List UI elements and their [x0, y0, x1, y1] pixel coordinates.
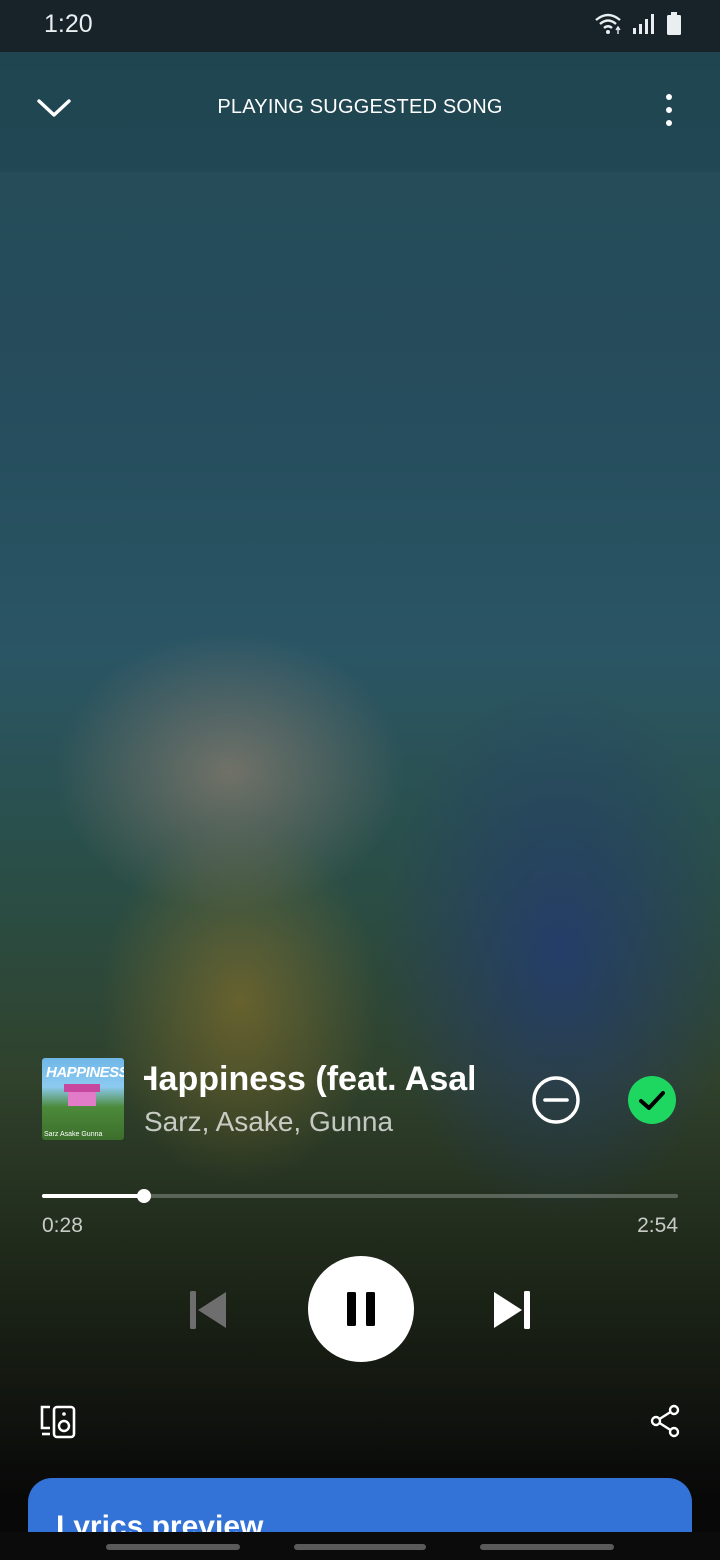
share-icon [650, 1404, 680, 1438]
playback-controls [0, 1256, 720, 1362]
track-info-row: HAPPINESS Sarz Asake Gunna Happiness (fe… [42, 1058, 682, 1142]
progress-fill [42, 1194, 145, 1198]
status-icons [594, 12, 682, 36]
status-bar: 1:20 [0, 0, 720, 52]
track-title-text: Happiness (feat. Asake) [144, 1060, 474, 1098]
progress-knob[interactable] [137, 1189, 152, 1203]
total-duration: 2:54 [637, 1214, 678, 1237]
devices-icon [40, 1405, 76, 1439]
more-options-button[interactable] [654, 88, 684, 132]
nav-home-handle[interactable] [294, 1544, 426, 1550]
battery-icon [667, 12, 681, 35]
system-nav-bar [0, 1532, 720, 1560]
header-title: PLAYING SUGGESTED SONG [217, 96, 503, 118]
progress-bar[interactable] [42, 1188, 678, 1204]
connect-devices-button[interactable] [38, 1404, 78, 1440]
skip-previous-icon [190, 1291, 226, 1329]
album-art-house [64, 1084, 100, 1106]
pause-button[interactable] [308, 1256, 414, 1362]
status-time: 1:20 [44, 10, 93, 38]
minus-circle-icon [532, 1076, 580, 1124]
share-button[interactable] [650, 1404, 680, 1438]
album-art-title: HAPPINESS [46, 1064, 124, 1081]
signal-icon [633, 14, 654, 34]
player-header: PLAYING SUGGESTED SONG [0, 80, 720, 136]
check-circle-icon [628, 1076, 676, 1124]
previous-button[interactable] [184, 1286, 232, 1334]
track-artists[interactable]: Sarz, Asake, Gunna [144, 1106, 393, 1138]
next-button[interactable] [488, 1286, 536, 1334]
liked-button[interactable] [626, 1074, 678, 1126]
album-art[interactable]: HAPPINESS Sarz Asake Gunna [42, 1058, 124, 1140]
elapsed-time: 0:28 [42, 1214, 83, 1237]
nav-recents-handle[interactable] [106, 1544, 240, 1550]
hide-song-button[interactable] [530, 1074, 582, 1126]
skip-next-icon [494, 1291, 530, 1329]
sky-band [0, 172, 720, 432]
album-art-credits: Sarz Asake Gunna [44, 1131, 103, 1138]
track-title[interactable]: Happiness (feat. Asake) [144, 1060, 474, 1104]
nav-back-handle[interactable] [480, 1544, 614, 1550]
pause-icon [347, 1292, 375, 1326]
more-vertical-icon [666, 94, 672, 126]
wifi-icon [595, 13, 621, 34]
